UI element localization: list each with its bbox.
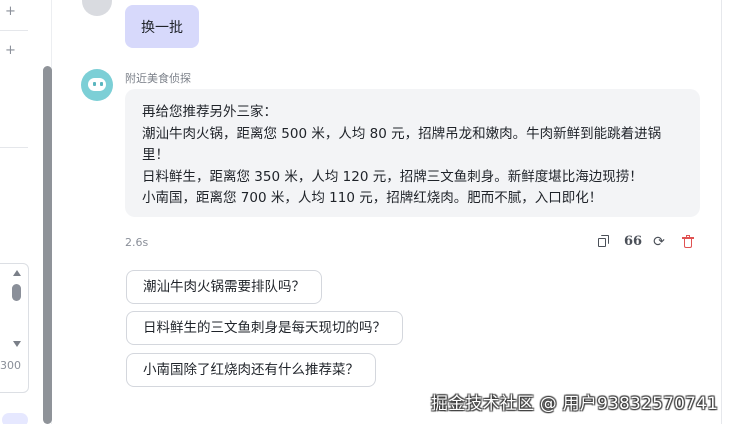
toggle-switch[interactable] xyxy=(2,413,28,424)
bot-message-bubble: 再给您推荐另外三家： 潮汕牛肉火锅，距离您 500 米，人均 80 元，招牌吊龙… xyxy=(125,89,700,217)
main-scrollbar[interactable] xyxy=(43,66,52,424)
bot-message-line: 潮汕牛肉火锅，距离您 500 米，人均 80 元，招牌吊龙和嫩肉。牛肉新鲜到能跳… xyxy=(142,125,662,164)
bot-message-line: 小南国，距离您 700 米，人均 110 元，招牌红烧肉。肥而不腻，入口即化！ xyxy=(142,190,603,206)
stepper-value: 300 xyxy=(0,359,21,372)
suggestion-button[interactable]: 日料鲜生的三文鱼刺身是每天现切的吗？ xyxy=(126,311,403,345)
copy-icon-front xyxy=(598,238,606,247)
bot-sender-name: 附近美食侦探 xyxy=(125,72,191,85)
user-message-bubble: 换一批 xyxy=(125,5,199,48)
panel-edge xyxy=(721,0,722,424)
user-avatar xyxy=(82,0,112,16)
bot-eye-icon xyxy=(93,82,96,86)
bot-message-line: 日料鲜生，距离您 350 米，人均 120 元，招牌三文鱼刺身。新鲜度堪比海边现… xyxy=(142,168,643,185)
response-time: 2.6s xyxy=(125,236,149,249)
sidebar-divider xyxy=(0,30,28,31)
bot-message-line: 再给您推荐另外三家： xyxy=(142,104,277,120)
plus-icon[interactable]: + xyxy=(5,5,17,18)
trash-icon-body xyxy=(684,239,692,248)
trash-icon[interactable] xyxy=(681,235,695,249)
quote-icon[interactable]: 66 xyxy=(624,235,642,249)
chevron-up-icon[interactable] xyxy=(13,270,21,276)
stepper-scroll-thumb[interactable] xyxy=(12,284,21,301)
number-stepper[interactable] xyxy=(0,263,29,393)
sidebar-divider xyxy=(0,147,28,148)
suggestion-button[interactable]: 小南国除了红烧肉还有什么推荐菜？ xyxy=(126,353,376,387)
bot-face-icon xyxy=(88,78,106,91)
chevron-down-icon[interactable] xyxy=(13,341,21,347)
refresh-icon[interactable]: ⟳ xyxy=(652,235,666,249)
suggestion-button[interactable]: 潮汕牛肉火锅需要排队吗？ xyxy=(126,270,322,304)
watermark: 掘金技术社区 @ 用户93832570741 xyxy=(431,394,719,414)
bot-eye-icon xyxy=(100,82,103,86)
copy-icon[interactable] xyxy=(597,235,611,249)
plus-icon[interactable]: + xyxy=(5,44,17,57)
